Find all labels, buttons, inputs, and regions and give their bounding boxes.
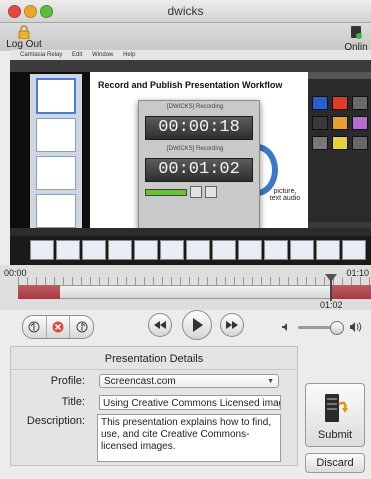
set-in-point-button[interactable] (23, 316, 47, 338)
film-thumbnail (290, 240, 314, 260)
out-point-icon (76, 321, 88, 333)
slide-thumbnail (36, 78, 76, 114)
tool-swatch (312, 96, 328, 110)
clear-icon (52, 321, 64, 333)
playback-controls (0, 310, 371, 344)
recorded-menu-item: Edit (72, 52, 83, 58)
tool-swatch (352, 96, 368, 110)
film-thumbnail (186, 240, 210, 260)
recorded-app-toolbar (10, 60, 371, 72)
timeline-selection[interactable] (60, 285, 330, 299)
fast-forward-button[interactable] (220, 313, 244, 337)
tool-swatch (312, 116, 328, 130)
recorded-menu-item: Window (92, 52, 114, 58)
title-field[interactable]: Using Creative Commons Licensed images (99, 395, 281, 410)
server-online-icon (351, 26, 362, 39)
title-label: Title: (61, 396, 85, 408)
timeline-ruler (18, 277, 371, 285)
fast-forward-icon (226, 321, 238, 329)
dropdown-arrow-icon: ▼ (267, 378, 274, 385)
recorder-header: [DWICKS] Recording (167, 146, 224, 152)
set-out-point-button[interactable] (70, 316, 93, 338)
film-thumbnail (316, 240, 340, 260)
slide-caption: picture, text audio (269, 188, 301, 202)
tool-swatch (332, 136, 348, 150)
film-thumbnail (56, 240, 80, 260)
slide-thumbnail (36, 118, 76, 152)
logout-button[interactable]: Log Out (4, 25, 44, 50)
recorder-header: [DWICKS] Recording (167, 104, 224, 110)
recorded-menu-item: Camtasia Relay (20, 52, 63, 58)
logout-label: Log Out (6, 39, 42, 50)
details-title: Presentation Details (104, 353, 204, 365)
slide-thumbnail (36, 194, 76, 228)
lock-icon (18, 25, 30, 39)
profile-label: Profile: (50, 375, 85, 387)
submit-button[interactable]: Submit (305, 383, 365, 447)
recorded-menu-item: Help (123, 52, 136, 58)
film-thumbnail (264, 240, 288, 260)
recorder-timer-top: 00:00:18 (145, 116, 253, 140)
in-point-icon (28, 321, 40, 333)
recorder-widget: [DWICKS] Recording 00:00:18 [DWICKS] Rec… (138, 100, 260, 230)
toolbar: Log Out Onlin (0, 23, 371, 53)
trim-segmented-control (22, 315, 94, 339)
recorded-menubar: Camtasia Relay Edit Window Help (10, 50, 371, 60)
film-thumbnail (108, 240, 132, 260)
tool-swatch (352, 116, 368, 130)
filmstrip-controls (10, 228, 371, 236)
playhead-line[interactable] (330, 279, 332, 301)
submit-label: Submit (317, 429, 353, 441)
pause-icon (190, 186, 202, 198)
description-label: Description: (26, 415, 85, 427)
recorded-tool-palette (308, 72, 371, 222)
recorded-filmstrip (10, 228, 371, 265)
video-preview[interactable]: Camtasia Relay Edit Window Help Record a… (10, 50, 371, 265)
film-thumbnail (134, 240, 158, 260)
film-thumbnail (238, 240, 262, 260)
recorder-controls (145, 186, 253, 198)
window-title: dwicks (167, 4, 204, 18)
discard-button[interactable]: Discard (305, 453, 365, 473)
recorder-timer-main: 00:01:02 (145, 158, 253, 182)
title-bar: dwicks (0, 0, 371, 23)
rewind-icon (154, 321, 166, 329)
volume-slider-knob[interactable] (330, 321, 344, 335)
recorded-slide-thumbnails (30, 74, 82, 265)
clear-trim-button[interactable] (47, 316, 71, 338)
submit-upload-icon (325, 394, 348, 422)
play-icon (193, 318, 203, 332)
online-status[interactable]: Onlin (341, 25, 371, 53)
tool-swatch (332, 116, 348, 130)
details-divider (11, 369, 297, 370)
film-thumbnail (82, 240, 106, 260)
audio-level-meter (145, 188, 187, 196)
current-time-label: 01:02 (320, 300, 343, 310)
play-button[interactable] (182, 310, 212, 340)
profile-select-value: Screencast.com (104, 376, 176, 387)
rewind-button[interactable] (148, 313, 172, 337)
tool-palette-header (308, 72, 371, 79)
timeline-scrubber[interactable]: 00:00 01:10 01:02 (0, 265, 371, 310)
tool-swatch (332, 96, 348, 110)
stop-icon (205, 186, 217, 198)
profile-select[interactable]: Screencast.com ▼ (99, 374, 279, 388)
film-thumbnail (160, 240, 184, 260)
presentation-details-panel: Presentation Details Profile: Screencast… (10, 346, 298, 466)
film-thumbnail (212, 240, 236, 260)
tool-swatch (312, 136, 328, 150)
volume-high-icon (350, 322, 362, 332)
tool-swatch (352, 136, 368, 150)
film-thumbnail (30, 240, 54, 260)
film-thumbnail (342, 240, 366, 260)
slide-title: Record and Publish Presentation Workflow (98, 80, 283, 90)
volume-low-icon (282, 323, 287, 331)
description-field[interactable]: This presentation explains how to find, … (97, 414, 281, 462)
slide-thumbnail (36, 156, 76, 190)
